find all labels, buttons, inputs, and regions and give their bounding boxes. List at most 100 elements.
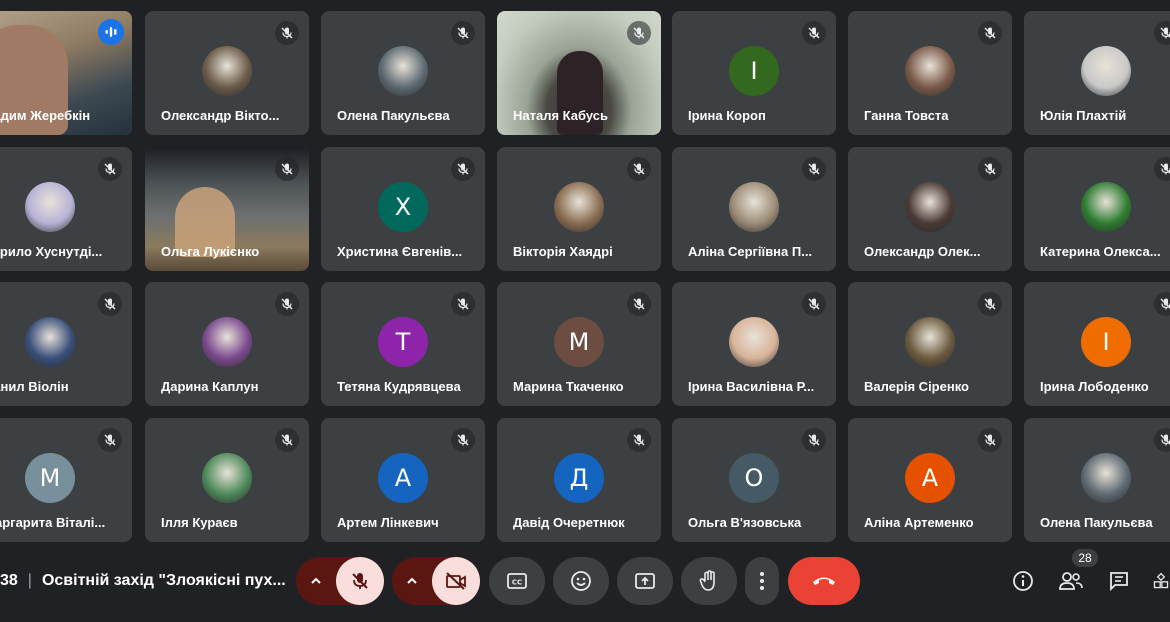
- present-screen-button[interactable]: [617, 557, 673, 605]
- muted-indicator: [98, 157, 122, 181]
- participant-tile[interactable]: М Маргарита Віталі...: [0, 418, 132, 542]
- captions-button[interactable]: CC: [489, 557, 545, 605]
- participant-tile[interactable]: І Ірина Короп: [672, 11, 836, 135]
- participant-tile[interactable]: Д Давід Очеретнюк: [497, 418, 661, 542]
- avatar: М: [554, 317, 604, 367]
- participant-tile[interactable]: Аліна Сергіївна П...: [672, 147, 836, 271]
- muted-indicator: [98, 428, 122, 452]
- avatar-initial: Д: [569, 464, 589, 492]
- participant-tile[interactable]: Валерія Сіренко: [848, 282, 1012, 406]
- camera-control-group: [392, 557, 480, 605]
- avatar-initial: А: [394, 464, 412, 492]
- avatar: А: [378, 453, 428, 503]
- participant-tile[interactable]: Дарина Каплун: [145, 282, 309, 406]
- participant-tile[interactable]: Катерина Олекса...: [1024, 147, 1170, 271]
- mic-off-icon: [808, 163, 820, 175]
- meeting-title: Освітній захід "Злоякісні пух...: [41, 572, 286, 589]
- mic-control-group: [296, 557, 384, 605]
- participant-name: Ірина Василівна Р...: [688, 379, 815, 394]
- avatar: [1081, 182, 1131, 232]
- participant-tile[interactable]: Вікторія Хаядрі: [497, 147, 661, 271]
- participant-tile[interactable]: Юлія Плахтій: [1024, 11, 1170, 135]
- participant-tile[interactable]: Вадим Жеребкін: [0, 11, 132, 135]
- muted-indicator: [1154, 292, 1170, 316]
- participant-tile[interactable]: Олександр Олек...: [848, 147, 1012, 271]
- participant-name: Тетяна Кудрявцева: [337, 379, 461, 394]
- participant-name: Аліна Артеменко: [864, 515, 974, 530]
- avatar-initial: А: [921, 464, 939, 492]
- participant-name: Аліна Сергіївна П...: [688, 244, 813, 259]
- participant-tile[interactable]: Олександр Вікто...: [145, 11, 309, 135]
- reactions-button[interactable]: [553, 557, 609, 605]
- raise-hand-button[interactable]: [681, 557, 737, 605]
- participant-tile[interactable]: М Марина Ткаченко: [497, 282, 661, 406]
- activities-button[interactable]: [1152, 568, 1170, 594]
- participant-name: Христина Євгенів...: [337, 244, 463, 259]
- mic-off-icon: [633, 298, 645, 310]
- participant-name: Ганна Товста: [864, 108, 949, 123]
- emoji-icon: [571, 571, 591, 591]
- avatar: [1081, 453, 1131, 503]
- info-icon: [1013, 571, 1033, 591]
- mic-off-icon: [984, 27, 996, 39]
- avatar: [202, 46, 252, 96]
- participant-tile[interactable]: Ілля Кураєв: [145, 418, 309, 542]
- muted-indicator: [98, 292, 122, 316]
- people-button[interactable]: [1058, 568, 1084, 594]
- muted-indicator: [802, 157, 826, 181]
- participant-tile[interactable]: О Ольга В'язовська: [672, 418, 836, 542]
- participant-tile[interactable]: Наталя Кабусь: [497, 11, 661, 135]
- participant-tile[interactable]: А Аліна Артеменко: [848, 418, 1012, 542]
- separator: |: [27, 572, 32, 589]
- chevron-up-icon: [311, 577, 321, 584]
- participant-name: Дарина Каплун: [161, 379, 259, 394]
- avatar: [378, 46, 428, 96]
- participant-tile[interactable]: Кирило Хуснутді...: [0, 147, 132, 271]
- mic-off-icon: [352, 573, 368, 589]
- chat-button[interactable]: [1106, 568, 1132, 594]
- avatar: І: [1081, 317, 1131, 367]
- participant-tile[interactable]: Олена Пакульєва: [321, 11, 485, 135]
- muted-indicator: [978, 157, 1002, 181]
- mic-off-icon: [281, 298, 293, 310]
- mic-off-icon: [281, 434, 293, 446]
- avatar: Х: [378, 182, 428, 232]
- participant-name: Ірина Короп: [688, 108, 766, 123]
- leave-call-button[interactable]: [788, 557, 860, 605]
- muted-indicator: [978, 292, 1002, 316]
- avatar: Т: [378, 317, 428, 367]
- mic-toggle-button[interactable]: [336, 557, 384, 605]
- participant-tile[interactable]: Ірина Василівна Р...: [672, 282, 836, 406]
- more-options-button[interactable]: [745, 557, 779, 605]
- muted-indicator: [802, 21, 826, 45]
- mic-off-icon: [984, 298, 996, 310]
- avatar-initial: І: [1102, 328, 1110, 356]
- participant-name: Давід Очеретнюк: [513, 515, 625, 530]
- hang-up-icon: [813, 577, 835, 585]
- avatar: І: [729, 46, 779, 96]
- meeting-details[interactable]: 38 | Освітній захід "Злоякісні пух...: [0, 572, 286, 590]
- participant-tile[interactable]: Данил Віолін: [0, 282, 132, 406]
- camera-toggle-button[interactable]: [432, 557, 480, 605]
- participant-tile[interactable]: Олена Пакульєва: [1024, 418, 1170, 542]
- mic-off-icon: [1160, 27, 1170, 39]
- mic-options-button[interactable]: [296, 557, 336, 605]
- participant-name: Валерія Сіренко: [864, 379, 969, 394]
- people-icon: [1059, 572, 1083, 590]
- camera-options-button[interactable]: [392, 557, 432, 605]
- participant-tile[interactable]: І Ірина Лободенко: [1024, 282, 1170, 406]
- participant-tile[interactable]: Т Тетяна Кудрявцева: [321, 282, 485, 406]
- participant-tile[interactable]: Х Христина Євгенів...: [321, 147, 485, 271]
- muted-indicator: [275, 157, 299, 181]
- participant-tile[interactable]: Ольга Лукієнко: [145, 147, 309, 271]
- meeting-details-button[interactable]: [1010, 568, 1036, 594]
- participant-tile[interactable]: А Артем Лінкевич: [321, 418, 485, 542]
- participant-tile[interactable]: Ганна Товста: [848, 11, 1012, 135]
- mic-off-icon: [104, 298, 116, 310]
- mic-off-icon: [808, 27, 820, 39]
- muted-indicator: [627, 428, 651, 452]
- mic-off-icon: [457, 298, 469, 310]
- avatar-initial: Т: [395, 328, 411, 356]
- participant-name: Артем Лінкевич: [337, 515, 439, 530]
- more-vert-icon: [760, 572, 764, 590]
